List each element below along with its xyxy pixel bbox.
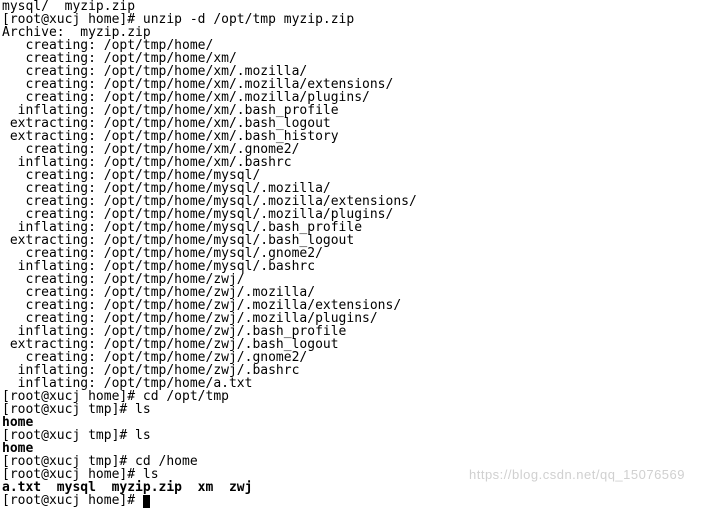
cursor — [143, 495, 150, 508]
terminal-line: [root@xucj tmp]# ls — [2, 403, 699, 416]
terminal-line: [root@xucj tmp]# ls — [2, 429, 699, 442]
terminal-line: [root@xucj home]# — [2, 494, 699, 508]
terminal-output[interactable]: mysql/ myzip.zip[root@xucj home]# unzip … — [0, 0, 701, 512]
